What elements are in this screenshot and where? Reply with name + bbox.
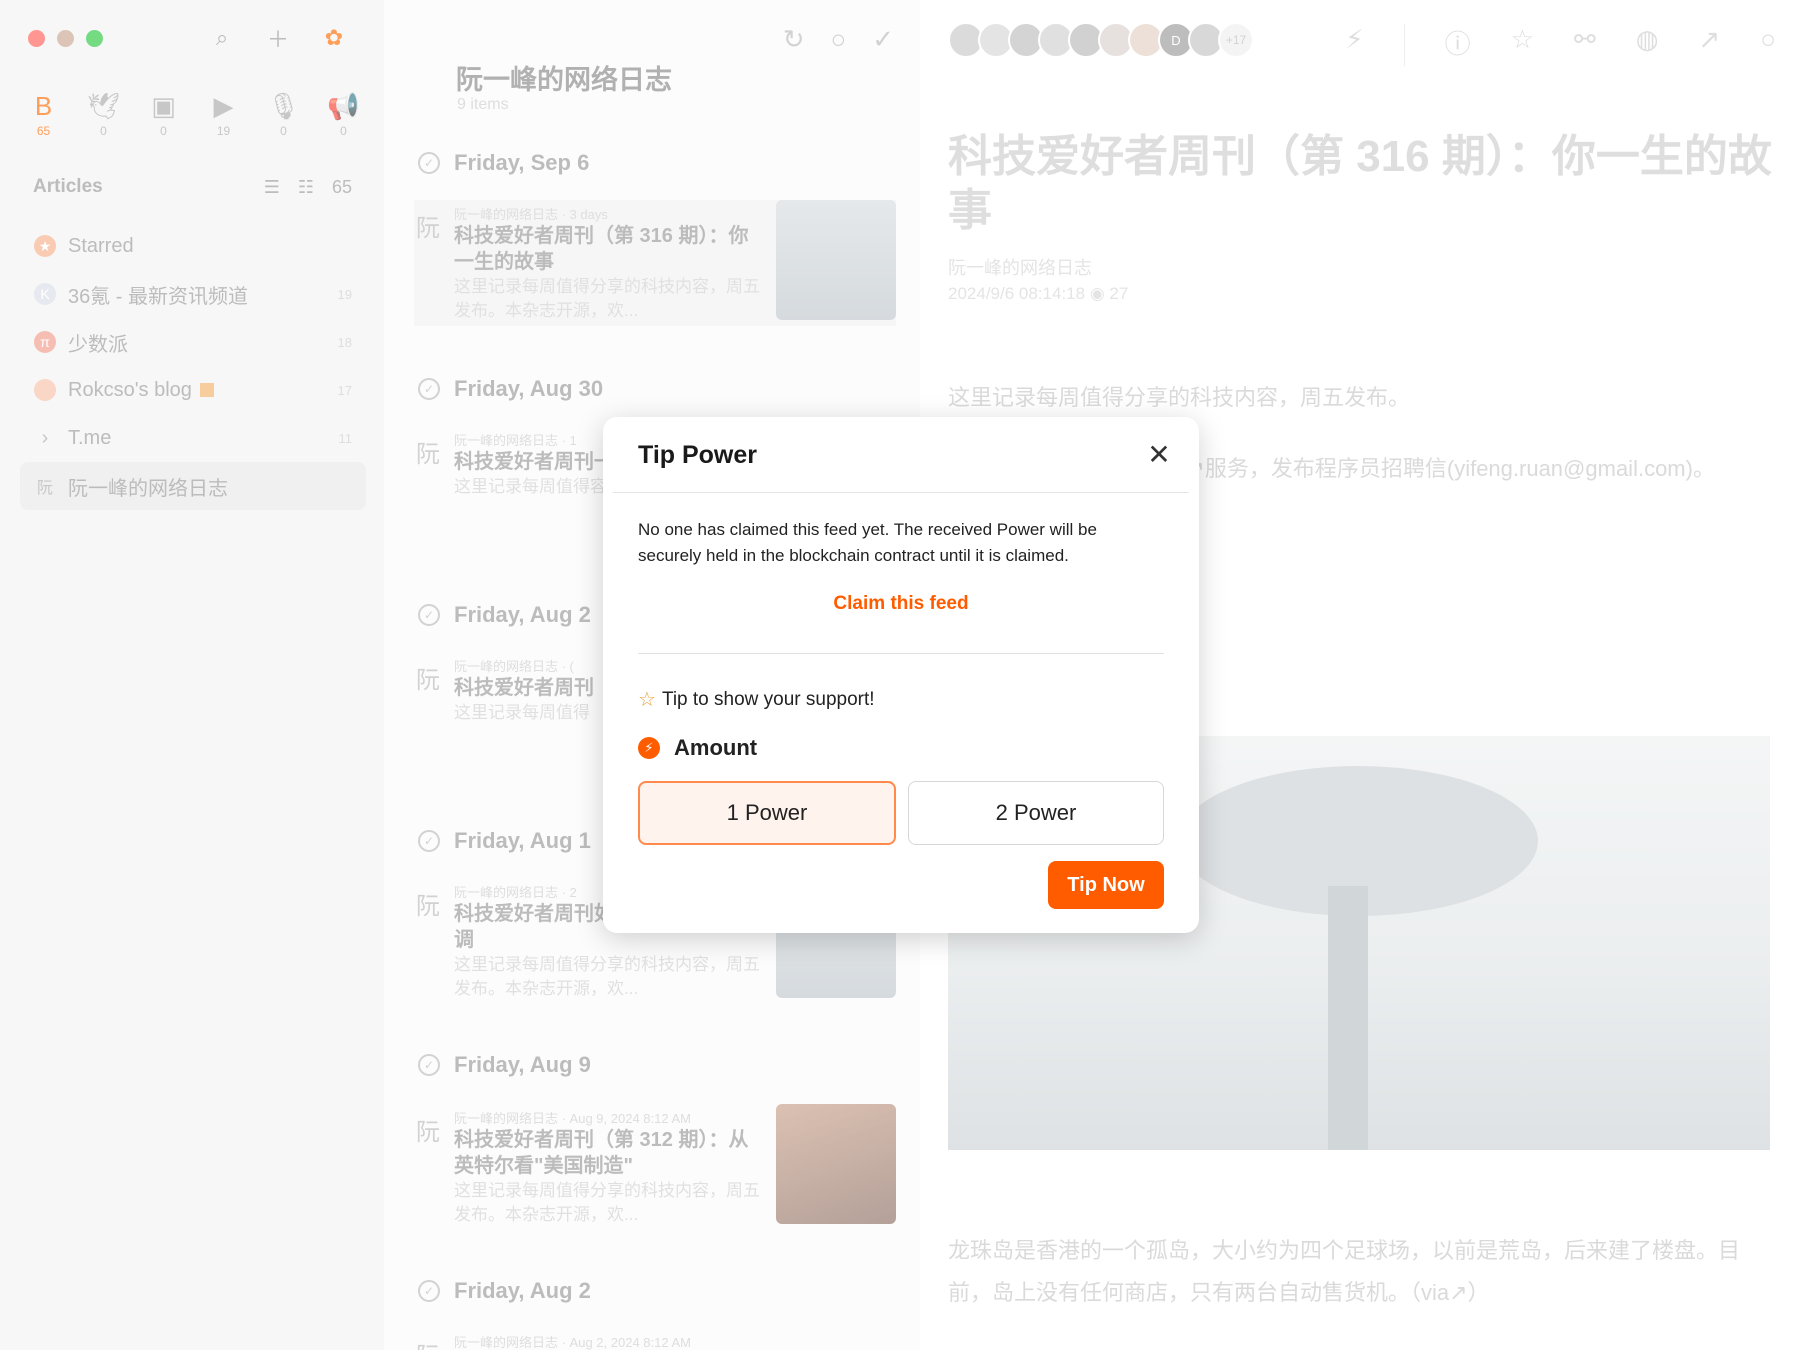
dialog-title: Tip Power [638, 441, 758, 469]
power-bolt-icon: ⚡ [638, 737, 660, 759]
tip-now-button[interactable]: Tip Now [1048, 861, 1164, 909]
star-icon: ☆ [638, 689, 656, 711]
amount-option-2-power[interactable]: 2 Power [908, 781, 1164, 845]
divider [638, 653, 1164, 654]
tip-power-dialog: Tip Power ✕ No one has claimed this feed… [603, 417, 1199, 933]
support-line: ☆ Tip to show your support! [638, 687, 875, 712]
app-window: ⌕ ＋ ✿ B 65 🕊 0 ▣ 0 ▶ 19 🎙 0 📢 0 Articles ☰ ☷ 6… [0, 0, 1800, 1350]
close-icon[interactable]: ✕ [1145, 441, 1173, 469]
support-text: Tip to show your support! [661, 688, 875, 710]
amount-options: 1 Power 2 Power [638, 781, 1164, 845]
amount-option-1-power[interactable]: 1 Power [638, 781, 896, 845]
amount-label: Amount [674, 735, 758, 760]
claim-notice: No one has claimed this feed yet. The re… [638, 520, 1097, 565]
claim-feed-link[interactable]: Claim this feed [603, 593, 1199, 615]
amount-heading: ⚡ Amount [638, 735, 757, 761]
